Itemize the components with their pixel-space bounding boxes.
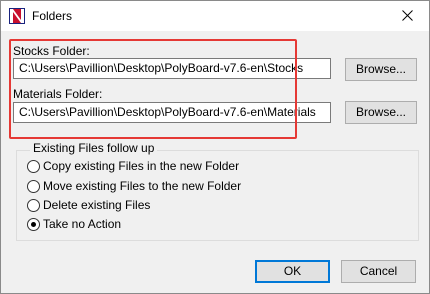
highlight-box [9, 39, 297, 139]
radio-label: Delete existing Files [43, 198, 151, 212]
stocks-browse-button[interactable]: Browse... [345, 58, 417, 81]
folders-dialog: Folders Stocks Folder: C:\Users\Pavillio… [0, 0, 430, 294]
radio-button[interactable] [27, 180, 40, 193]
cancel-button[interactable]: Cancel [341, 260, 416, 283]
materials-browse-button[interactable]: Browse... [345, 101, 417, 124]
radio-button[interactable] [27, 199, 40, 212]
polyboard-app-icon [9, 8, 25, 24]
radio-button[interactable] [27, 218, 40, 231]
title-bar: Folders [1, 1, 429, 31]
close-button[interactable] [385, 1, 429, 31]
ok-button[interactable]: OK [255, 260, 330, 283]
close-icon [401, 10, 413, 21]
radio-label: Move existing Files to the new Folder [43, 179, 242, 193]
radio-button[interactable] [27, 160, 40, 173]
radio-label: Copy existing Files in the new Folder [43, 159, 240, 173]
window-title: Folders [32, 9, 73, 23]
existing-files-group-title: Existing Files follow up [30, 141, 158, 155]
radio-label: Take no Action [43, 217, 122, 231]
